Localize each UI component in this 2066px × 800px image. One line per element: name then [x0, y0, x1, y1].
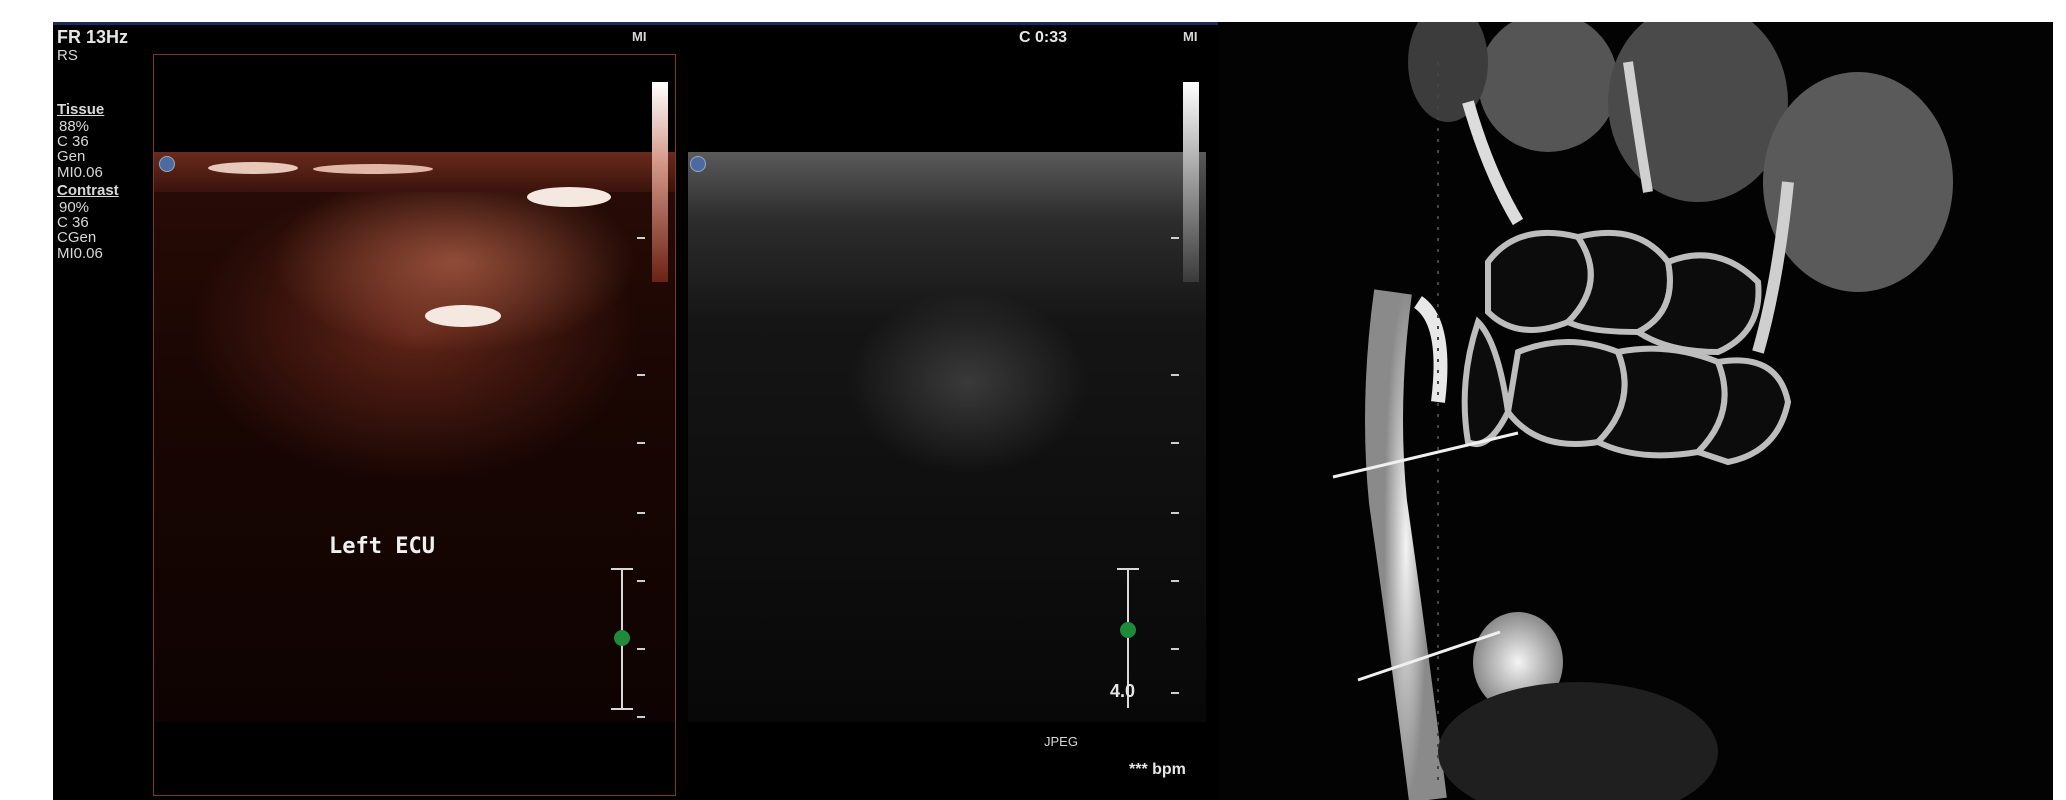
tissue-mode: Gen [57, 148, 86, 165]
depth-tick [637, 237, 645, 239]
tissue-mi: MI0.06 [57, 164, 103, 181]
mri-image [1218, 22, 2053, 800]
image-composite: FR 13Hz RS Tissue 88% C 36 Gen MI0.06 Co… [53, 22, 2053, 800]
tissue-c: C 36 [57, 133, 89, 150]
mri-panel [1218, 22, 2053, 800]
format-label: JPEG [1044, 734, 1078, 749]
contrast-gray-scale-bar [652, 82, 668, 282]
contrast-gain: 90% [59, 199, 90, 216]
probe-orientation-marker [159, 156, 175, 172]
caliper-marker [614, 630, 630, 646]
ultrasound-panel: FR 13Hz RS Tissue 88% C 36 Gen MI0.06 Co… [53, 22, 1218, 800]
tissue-gain: 88% [59, 118, 90, 135]
depth-tick [637, 648, 645, 650]
mi-label-right: MI [1183, 29, 1198, 44]
echo-spot [313, 164, 433, 174]
contrast-mode: CGen [57, 229, 97, 246]
depth-tick [637, 374, 645, 376]
frame-rate-label: FR 13Hz [57, 27, 129, 47]
depth-tick [1171, 692, 1179, 694]
depth-tick [1171, 237, 1179, 239]
depth-tick [637, 442, 645, 444]
structure-label: Left ECU [329, 534, 435, 559]
echo-spot [527, 187, 611, 207]
caliper-bottom-cap [611, 708, 633, 710]
timer-label: C 0:33 [1019, 29, 1068, 46]
mi-label-left: MI [632, 29, 647, 44]
depth-tick [1171, 512, 1179, 514]
contrast-heading: Contrast [57, 182, 119, 199]
depth-tick [637, 512, 645, 514]
depth-tick [1171, 648, 1179, 650]
echo-spot [425, 305, 501, 327]
rs-label: RS [57, 47, 78, 64]
top-border [53, 22, 1218, 25]
tissue-heading: Tissue [57, 101, 105, 118]
depth-tick [637, 716, 645, 718]
caliper-marker [1120, 622, 1136, 638]
probe-orientation-marker [690, 156, 706, 172]
depth-tick [1171, 442, 1179, 444]
depth-label: 4.0 [1110, 681, 1136, 701]
heart-rate-label: *** bpm [1129, 761, 1186, 778]
contrast-c: C 36 [57, 214, 89, 231]
depth-tick [637, 580, 645, 582]
contrast-ultrasound-image [154, 152, 675, 722]
contrast-mi: MI0.06 [57, 245, 103, 262]
echo-spot [208, 162, 298, 174]
depth-tick [1171, 374, 1179, 376]
depth-tick [1171, 580, 1179, 582]
bmode-gray-scale-bar [1183, 82, 1199, 282]
